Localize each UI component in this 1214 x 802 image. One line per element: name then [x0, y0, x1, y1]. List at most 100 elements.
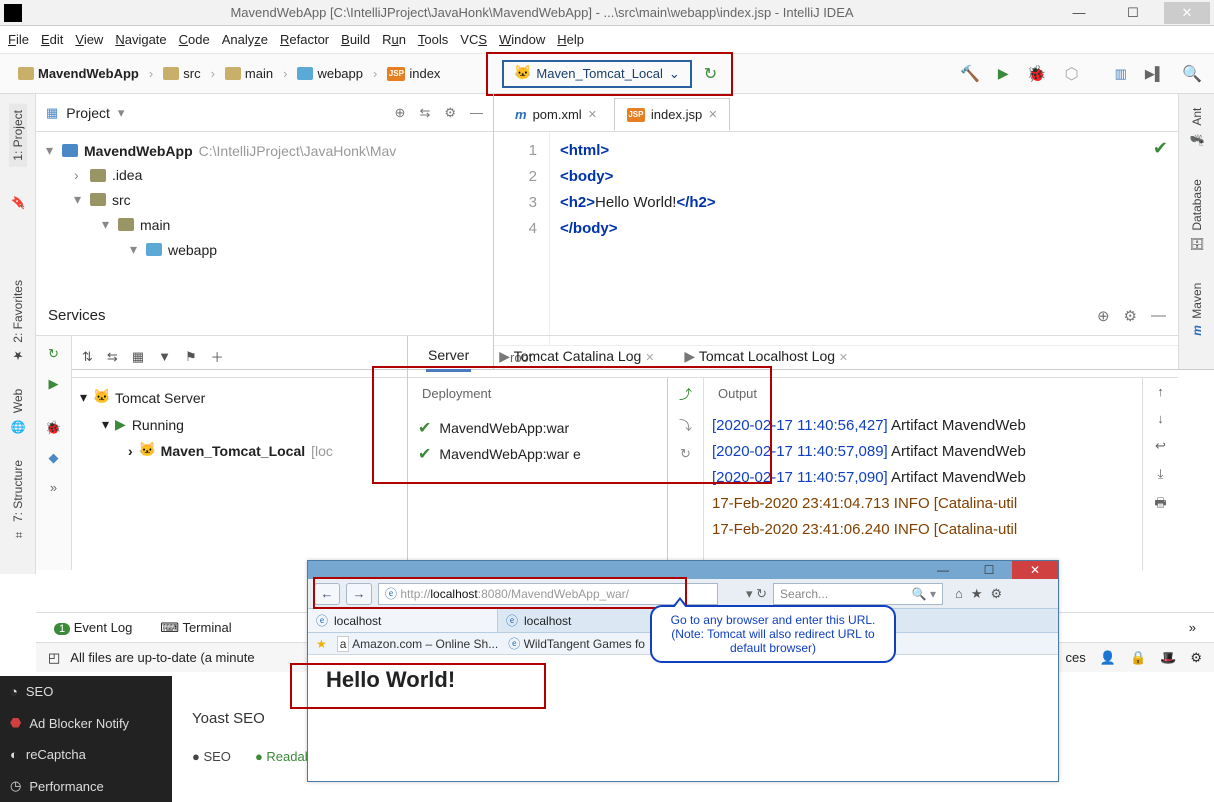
more-tools-icon[interactable]: »: [1189, 620, 1196, 635]
coverage-icon[interactable]: ⬡: [1065, 64, 1079, 84]
tab-maven[interactable]: mMaven: [1188, 277, 1206, 342]
menu-vcs[interactable]: VCS: [460, 32, 487, 47]
expand-icon[interactable]: ⇅: [82, 349, 93, 365]
terminal-button[interactable]: ⌨ Terminal: [160, 620, 231, 636]
browser-close[interactable]: ✕: [1012, 561, 1058, 579]
gear-icon[interactable]: ⚙: [1124, 307, 1137, 325]
tab-ant[interactable]: 🐜Ant: [1188, 102, 1206, 153]
forward-button[interactable]: →: [346, 583, 372, 605]
tab-favorites[interactable]: ★ 2: Favorites: [9, 274, 27, 369]
update-icon[interactable]: ▶▌: [1145, 66, 1164, 82]
menu-help[interactable]: Help: [557, 32, 584, 47]
tree-main[interactable]: ▾main: [38, 212, 491, 237]
tab-structure[interactable]: ⌗ 7: Structure: [9, 454, 27, 546]
scroll-down-icon[interactable]: ↓: [1157, 411, 1164, 426]
menu-build[interactable]: Build: [341, 32, 370, 47]
svc-tomcat[interactable]: ▾Tomcat Server: [72, 384, 407, 411]
wp-seo[interactable]: ◔SEO: [0, 676, 172, 707]
menu-navigate[interactable]: Navigate: [115, 32, 166, 47]
add-icon[interactable]: ＋: [211, 347, 224, 366]
target-icon[interactable]: ⊕: [1097, 307, 1110, 325]
maximize-button[interactable]: ☐: [1110, 2, 1156, 24]
debug-icon[interactable]: 🐞: [1027, 64, 1047, 84]
tab-project[interactable]: 1: Project: [9, 104, 27, 167]
tree-idea[interactable]: ›.idea: [38, 163, 491, 187]
back-button[interactable]: ←: [314, 583, 340, 605]
toolwindow-icon[interactable]: ◰: [48, 650, 60, 666]
address-bar[interactable]: ⓔ http://localhost:8080/MavendWebApp_war…: [378, 583, 718, 605]
services-tree[interactable]: ▾Tomcat Server ▾▶Running ›Maven_Tomcat_L…: [72, 378, 407, 470]
fav-amazon[interactable]: a Amazon.com – Online Sh...: [337, 637, 498, 651]
debug-icon[interactable]: 🐞: [45, 420, 61, 436]
grid-icon[interactable]: ▦: [132, 349, 144, 365]
crumb-src[interactable]: src: [157, 64, 206, 83]
menu-code[interactable]: Code: [179, 32, 210, 47]
filter-icon[interactable]: ▼: [158, 349, 171, 364]
build-icon[interactable]: 🔨: [960, 64, 980, 84]
settings-icon[interactable]: ⚙: [1190, 650, 1202, 666]
svc-running[interactable]: ▾▶Running: [72, 411, 407, 438]
yoast-tab-seo[interactable]: ● SEO: [192, 749, 231, 764]
fav-wildtangent[interactable]: ⓔ WildTangent Games fo: [508, 635, 645, 652]
wp-performance[interactable]: ◷Performance: [0, 770, 172, 802]
artifacts-icon[interactable]: ◆: [49, 450, 59, 466]
collapse-icon[interactable]: ⇆: [107, 349, 118, 365]
menu-refactor[interactable]: Refactor: [280, 32, 329, 47]
menu-file[interactable]: File: [8, 32, 29, 47]
browser-tab-1[interactable]: ⓔlocalhost: [308, 609, 498, 632]
eventlog-button[interactable]: 1 Event Log: [54, 620, 132, 635]
menu-window[interactable]: Window: [499, 32, 545, 47]
target-icon[interactable]: ⊕: [395, 105, 406, 121]
scroll-end-icon[interactable]: ⤓: [1158, 466, 1164, 482]
close-icon[interactable]: ✕: [708, 108, 717, 121]
run-icon[interactable]: ▶: [49, 376, 59, 392]
gear-icon[interactable]: ⚙: [444, 105, 456, 121]
home-icon[interactable]: ⌂: [955, 586, 963, 602]
add-favorite-icon[interactable]: ★: [316, 637, 327, 651]
svc-config[interactable]: ›Maven_Tomcat_Local [loc: [72, 438, 407, 464]
project-tree[interactable]: ▾MavendWebApp C:\IntelliJProject\JavaHon…: [36, 132, 493, 268]
tab-database[interactable]: 🗄Database: [1188, 173, 1206, 258]
crumb-main[interactable]: main: [219, 64, 279, 83]
menu-run[interactable]: Run: [382, 32, 406, 47]
soft-wrap-icon[interactable]: ↩: [1155, 438, 1166, 454]
tree-src[interactable]: ▾src: [38, 187, 491, 212]
favorites-icon[interactable]: ★: [971, 586, 983, 602]
tab-web[interactable]: 🌐 Web: [9, 383, 27, 440]
tab-index[interactable]: JSPindex.jsp✕: [614, 98, 731, 131]
wp-recaptcha[interactable]: ◐reCaptcha: [0, 739, 172, 770]
minimize-button[interactable]: —: [1056, 2, 1102, 24]
lock-icon[interactable]: 🔒: [1130, 650, 1146, 666]
close-button[interactable]: ✕: [1164, 2, 1210, 24]
bookmark-icon[interactable]: ⚑: [185, 349, 197, 365]
tools-gear-icon[interactable]: ⚙: [991, 586, 1003, 602]
crumb-index[interactable]: JSPindex: [381, 64, 446, 83]
hide-icon[interactable]: —: [1151, 307, 1166, 325]
layout-icon[interactable]: ▥: [1115, 66, 1127, 82]
more-icon[interactable]: »: [50, 480, 57, 495]
crumb-root[interactable]: MavendWebApp: [12, 64, 145, 83]
menu-analyze[interactable]: Analyze: [222, 32, 268, 47]
menu-tools[interactable]: Tools: [418, 32, 448, 47]
rerun-icon[interactable]: ↻: [704, 64, 717, 84]
run-config-selector[interactable]: Maven_Tomcat_Local ⌄: [502, 60, 691, 88]
chevron-down-icon[interactable]: ▾: [118, 105, 125, 121]
rerun-icon[interactable]: ↻: [48, 346, 59, 362]
menu-view[interactable]: View: [75, 32, 103, 47]
collapse-icon[interactable]: ⇆: [419, 105, 430, 121]
run-icon[interactable]: ▶: [998, 65, 1009, 82]
browser-search[interactable]: Search...🔍 ▾: [773, 583, 943, 605]
tab-pom[interactable]: mpom.xml✕: [502, 98, 610, 131]
inspector-icon[interactable]: 👤: [1100, 650, 1116, 666]
scroll-up-icon[interactable]: ↑: [1157, 384, 1164, 399]
wp-adblocker[interactable]: ⬣Ad Blocker Notify: [0, 707, 172, 739]
hat-icon[interactable]: 🎩: [1160, 650, 1176, 666]
tab-bookmark-icon[interactable]: 🔖: [9, 189, 27, 216]
tree-webapp[interactable]: ▾webapp: [38, 237, 491, 262]
print-icon[interactable]: 🖶: [1154, 494, 1166, 516]
search-icon[interactable]: 🔍: [1182, 64, 1202, 84]
hide-icon[interactable]: —: [470, 105, 483, 121]
menu-edit[interactable]: Edit: [41, 32, 63, 47]
browser-minimize[interactable]: —: [920, 561, 966, 579]
browser-maximize[interactable]: ☐: [966, 561, 1012, 579]
